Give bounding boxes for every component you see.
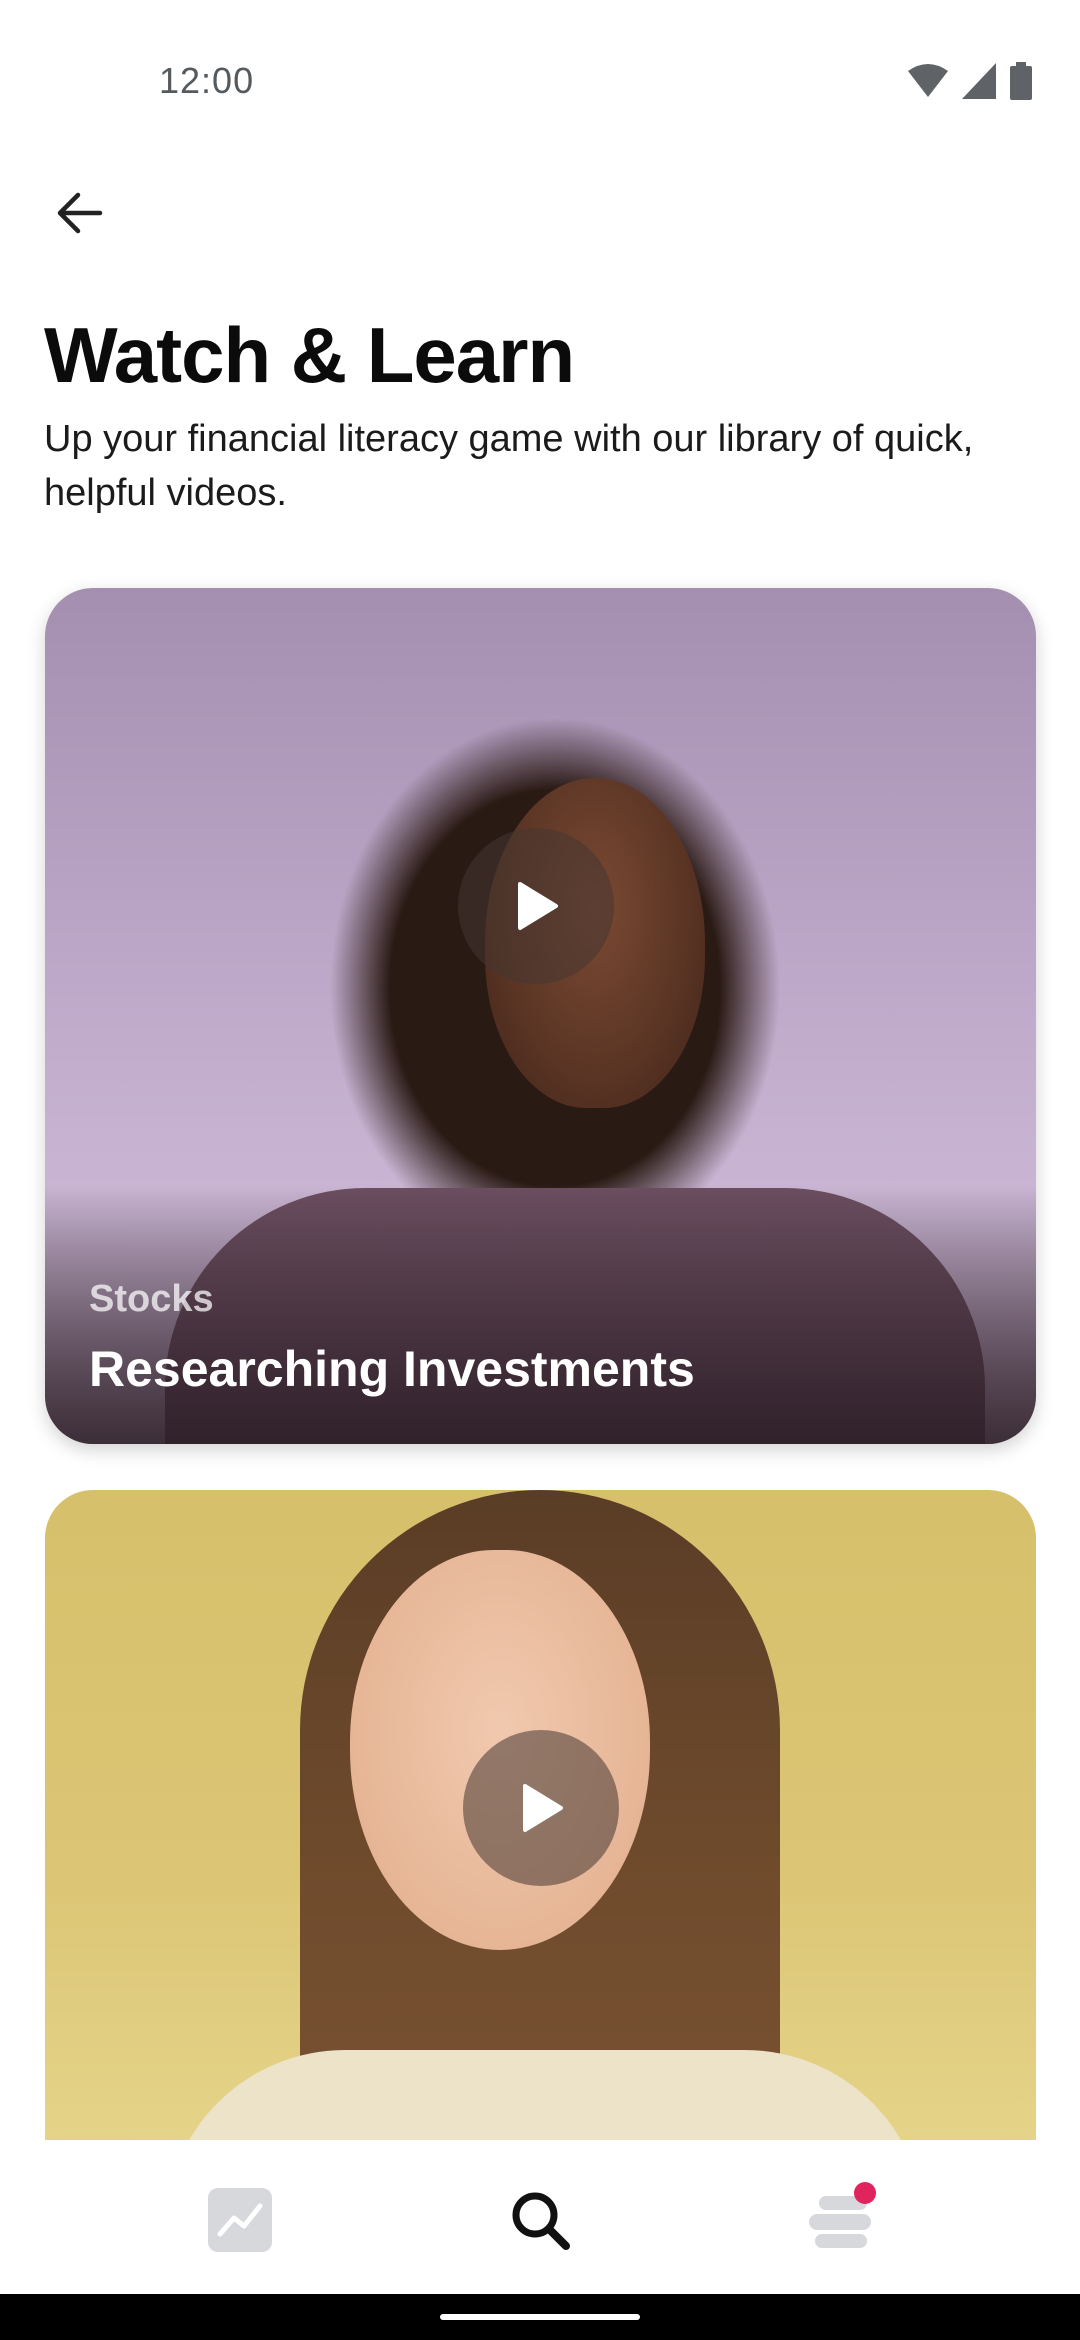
page-subtitle: Up your financial literacy game with our… — [44, 418, 974, 514]
play-icon — [523, 1784, 563, 1832]
play-button[interactable] — [458, 828, 614, 984]
nav-tab-explore[interactable] — [500, 2180, 580, 2260]
status-time: 12:00 — [159, 60, 255, 101]
system-gesture-bar — [0, 2294, 1080, 2340]
search-icon — [512, 2192, 570, 2250]
wifi-icon — [908, 64, 948, 97]
status-bar: 12:00 — [0, 0, 1080, 130]
status-icons — [908, 62, 1032, 100]
page-title: Watch & Learn — [44, 311, 575, 399]
video-thumbnail-clothing — [165, 2050, 925, 2150]
play-icon — [518, 882, 558, 930]
play-button[interactable] — [463, 1730, 619, 1886]
video-category: Stocks — [89, 1278, 214, 1320]
arrow-left-icon — [57, 192, 103, 234]
nav-tab-invest[interactable] — [200, 2180, 280, 2260]
chart-line-icon — [208, 2188, 272, 2252]
nav-tab-activity[interactable] — [800, 2180, 880, 2260]
video-title: Researching Investments — [89, 1341, 695, 1397]
video-card[interactable] — [45, 1490, 1036, 2150]
back-button[interactable] — [44, 178, 114, 248]
bottom-nav — [0, 2140, 1080, 2294]
video-card[interactable]: Stocks Researching Investments — [45, 588, 1036, 1444]
cellular-signal-icon — [962, 63, 996, 99]
home-gesture-handle[interactable] — [440, 2314, 640, 2320]
battery-icon — [1010, 62, 1032, 100]
notification-dot — [854, 2182, 876, 2204]
